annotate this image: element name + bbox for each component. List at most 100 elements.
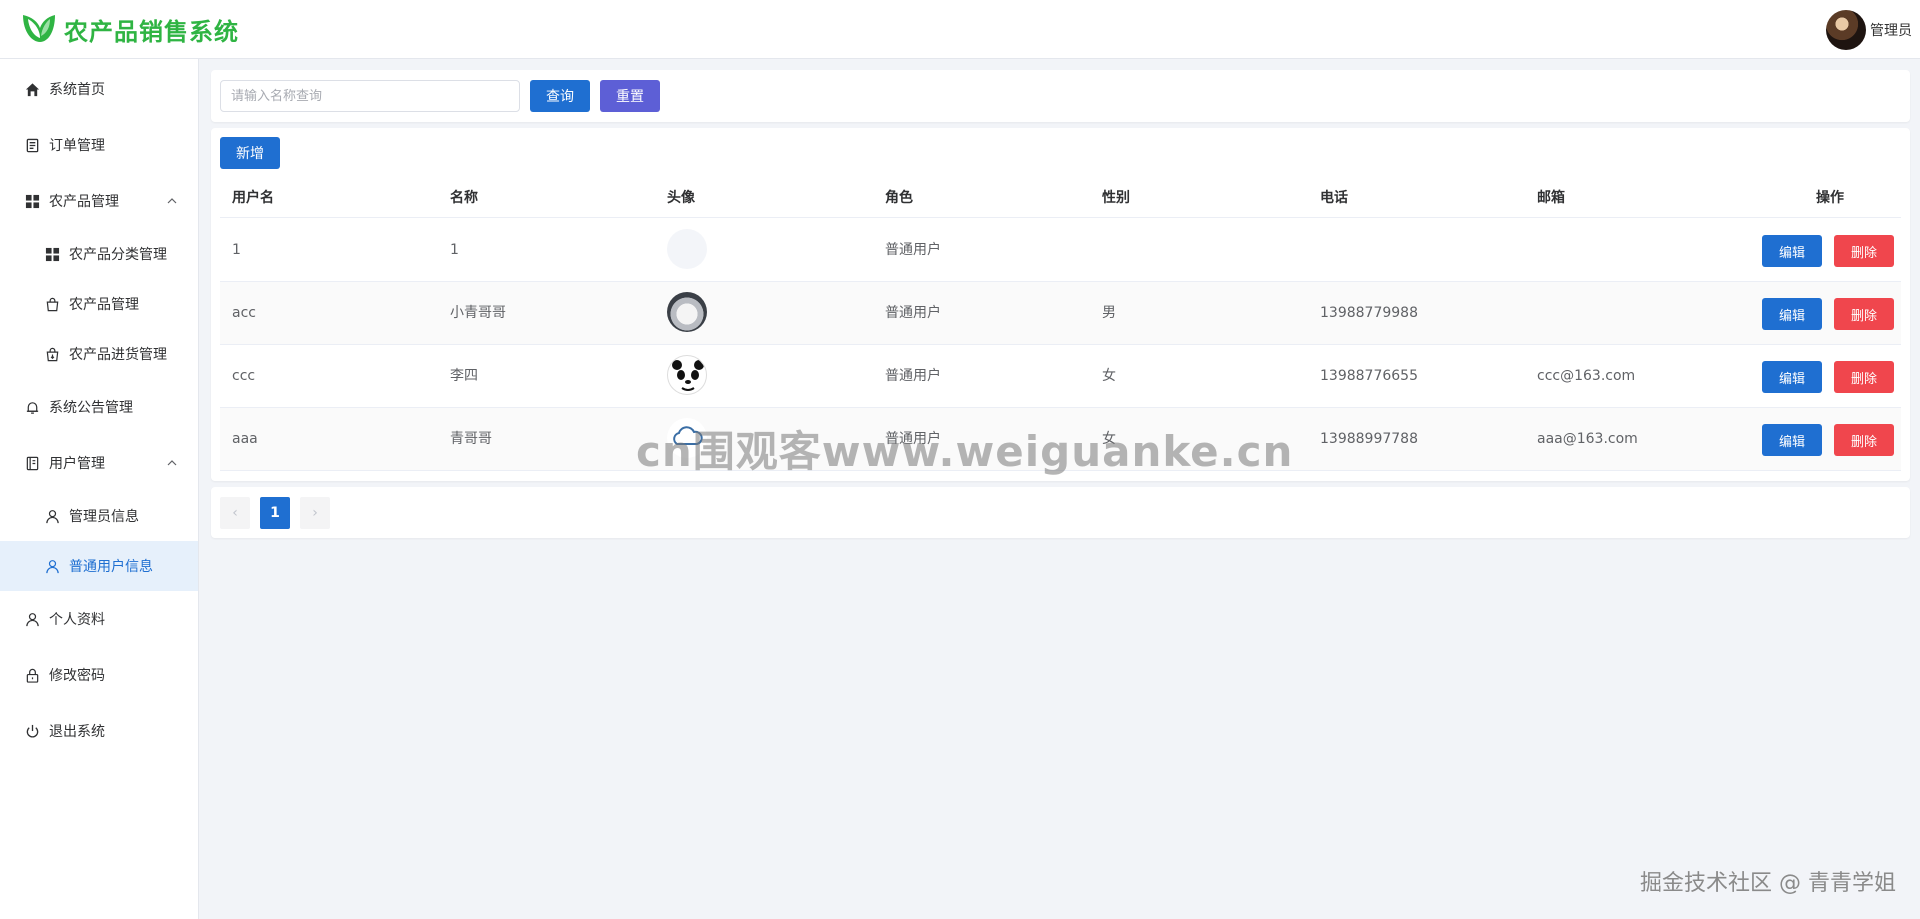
column-header-actions: 操作 — [1816, 190, 1844, 206]
edit-button[interactable]: 编辑 — [1762, 298, 1822, 330]
dog-photo-avatar — [667, 292, 707, 332]
query-button[interactable]: 查询 — [530, 80, 590, 112]
logo: 农产品销售系统 — [20, 12, 239, 47]
column-header-role: 角色 — [885, 190, 913, 206]
sidebar-item-label: 修改密码 — [49, 668, 105, 684]
cell-name: 李四 — [450, 368, 478, 384]
add-button[interactable]: 新增 — [220, 137, 280, 169]
user-menu[interactable]: 管理员 — [1826, 10, 1912, 50]
edit-button[interactable]: 编辑 — [1762, 361, 1822, 393]
prev-page-button[interactable]: ‹ — [220, 497, 250, 529]
bell-icon — [24, 399, 40, 415]
cell-phone: 13988997788 — [1320, 431, 1418, 447]
chevron-up-icon — [167, 460, 177, 466]
column-header-username: 用户名 — [232, 190, 274, 206]
sidebar-item-product-category[interactable]: 农产品分类管理 — [0, 229, 198, 279]
sidebar: 系统首页 订单管理 农产品管理 农产品分类管理 农产品管理 农产品进货管理 系统… — [0, 59, 199, 919]
cell-gender: 男 — [1102, 305, 1116, 321]
sidebar-item-home[interactable]: 系统首页 — [0, 61, 198, 117]
home-icon — [24, 81, 40, 97]
next-page-button[interactable]: › — [300, 497, 330, 529]
sidebar-item-logout[interactable]: 退出系统 — [0, 703, 198, 759]
user-icon — [44, 508, 60, 524]
document-icon — [24, 137, 40, 153]
blank-avatar — [667, 229, 707, 269]
user-icon — [24, 611, 40, 627]
table-row: 1 1 普通用户 编辑 删除 — [220, 219, 1901, 282]
footer-watermark: 掘金技术社区 @ 青青学姐 — [1640, 871, 1896, 896]
sidebar-item-label: 农产品分类管理 — [69, 247, 167, 263]
cell-gender: 女 — [1102, 368, 1116, 384]
column-header-gender: 性别 — [1102, 190, 1130, 206]
user-name: 管理员 — [1870, 23, 1912, 39]
sidebar-item-profile[interactable]: 个人资料 — [0, 591, 198, 647]
sidebar-item-label: 普通用户信息 — [69, 559, 153, 575]
table-row: ccc 李四 普通用户 女 13988776655 ccc@163.com 编辑… — [220, 345, 1901, 408]
sidebar-item-label: 订单管理 — [49, 138, 105, 154]
table-row: acc 小青哥哥 普通用户 男 13988779988 编辑 删除 — [220, 282, 1901, 345]
sidebar-item-label: 农产品管理 — [69, 297, 139, 313]
bag-import-icon — [44, 346, 60, 362]
column-header-email: 邮箱 — [1537, 190, 1565, 206]
app-title: 农产品销售系统 — [64, 17, 239, 46]
cell-role: 普通用户 — [885, 368, 941, 384]
power-icon — [24, 723, 40, 739]
top-header: 农产品销售系统 管理员 — [0, 0, 1920, 59]
cell-name: 小青哥哥 — [450, 305, 506, 321]
panda-avatar — [667, 355, 707, 395]
cell-role: 普通用户 — [885, 242, 941, 258]
grid-icon — [44, 246, 60, 262]
user-icon — [44, 558, 60, 574]
bag-icon — [44, 296, 60, 312]
cell-username: ccc — [232, 368, 256, 384]
sidebar-item-orders[interactable]: 订单管理 — [0, 117, 198, 173]
leaf-logo-icon — [23, 15, 55, 42]
search-input[interactable] — [220, 80, 520, 112]
column-header-phone: 电话 — [1320, 190, 1348, 206]
sidebar-item-label: 系统公告管理 — [49, 400, 133, 416]
pagination: ‹ 1 › — [211, 487, 1910, 538]
edit-button[interactable]: 编辑 — [1762, 235, 1822, 267]
sidebar-item-label: 管理员信息 — [69, 509, 139, 525]
sidebar-item-product-purchase[interactable]: 农产品进货管理 — [0, 329, 198, 379]
cell-name: 青哥哥 — [450, 431, 492, 447]
sidebar-item-label: 用户管理 — [49, 456, 105, 472]
watermark-overlay: cn围观客www.weiguanke.cn — [636, 427, 1294, 476]
cell-phone: 13988776655 — [1320, 368, 1418, 384]
sidebar-item-change-password[interactable]: 修改密码 — [0, 647, 198, 703]
reset-button[interactable]: 重置 — [600, 80, 660, 112]
cell-username: aaa — [232, 431, 258, 447]
page-1-button[interactable]: 1 — [260, 497, 290, 529]
cell-email: aaa@163.com — [1537, 431, 1638, 447]
user-avatar[interactable] — [1826, 10, 1866, 50]
sidebar-item-label: 农产品管理 — [49, 194, 119, 210]
chevron-up-icon — [167, 198, 177, 204]
cell-username: acc — [232, 305, 256, 321]
sidebar-item-user-management[interactable]: 用户管理 — [0, 435, 198, 491]
cell-name: 1 — [450, 242, 459, 258]
cell-username: 1 — [232, 242, 241, 258]
sidebar-item-normal-user-info[interactable]: 普通用户信息 — [0, 541, 198, 591]
sidebar-item-announcements[interactable]: 系统公告管理 — [0, 379, 198, 435]
lock-icon — [24, 667, 40, 683]
sidebar-item-product-management[interactable]: 农产品管理 — [0, 173, 198, 229]
delete-button[interactable]: 删除 — [1834, 298, 1894, 330]
delete-button[interactable]: 删除 — [1834, 361, 1894, 393]
sidebar-item-label: 退出系统 — [49, 724, 105, 740]
column-header-name: 名称 — [450, 190, 478, 206]
sidebar-item-label: 个人资料 — [49, 612, 105, 628]
grid-icon — [24, 193, 40, 209]
search-bar: 查询 重置 — [211, 70, 1910, 122]
sidebar-item-label: 系统首页 — [49, 82, 105, 98]
cell-role: 普通用户 — [885, 305, 941, 321]
sidebar-item-products[interactable]: 农产品管理 — [0, 279, 198, 329]
table-header: 用户名 名称 头像 角色 性别 电话 邮箱 操作 — [220, 178, 1901, 218]
delete-button[interactable]: 删除 — [1834, 424, 1894, 456]
cell-phone: 13988779988 — [1320, 305, 1418, 321]
delete-button[interactable]: 删除 — [1834, 235, 1894, 267]
sidebar-item-label: 农产品进货管理 — [69, 347, 167, 363]
sidebar-item-admin-info[interactable]: 管理员信息 — [0, 491, 198, 541]
column-header-avatar: 头像 — [667, 190, 695, 206]
edit-button[interactable]: 编辑 — [1762, 424, 1822, 456]
cell-email: ccc@163.com — [1537, 368, 1636, 384]
